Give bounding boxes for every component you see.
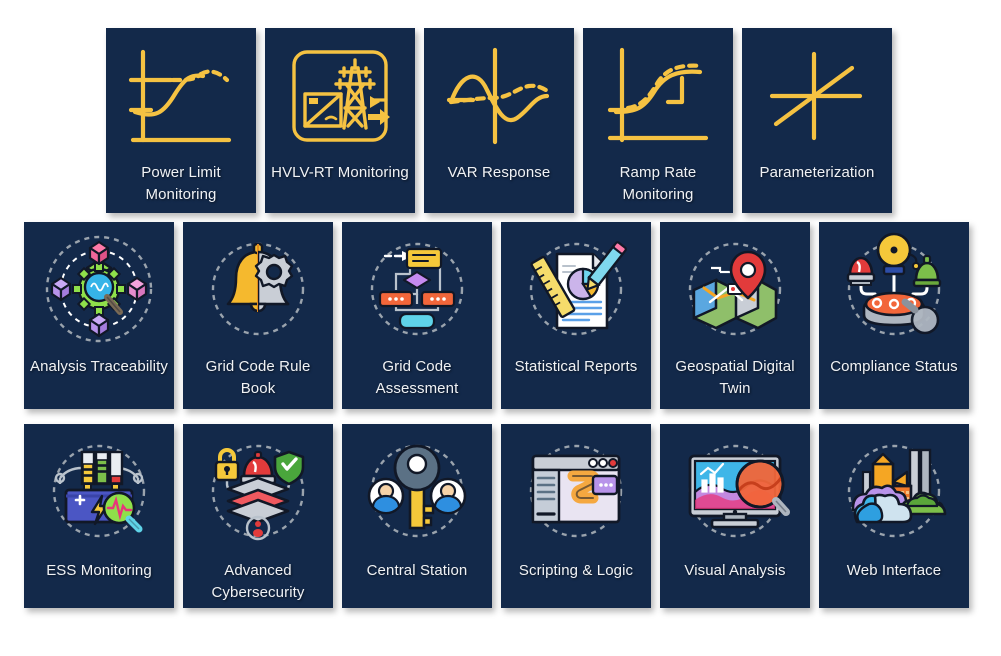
bell-gear-icon	[194, 230, 322, 348]
analysis-row: Analysis Traceability Grid Code Rule Boo…	[24, 222, 969, 409]
power-limit-chart-icon	[117, 40, 245, 152]
card-label: VAR Response	[447, 164, 551, 181]
card-label: Web Interface	[846, 562, 942, 579]
card-central-station[interactable]: Central Station	[342, 424, 492, 608]
card-label: Ramp Rate Monitoring	[619, 164, 697, 204]
card-scripting-logic[interactable]: Scripting & Logic	[501, 424, 651, 608]
card-label: Grid Code Rule Book	[205, 358, 311, 398]
card-label: Power Limit Monitoring	[141, 164, 221, 204]
alarm-lights-icon	[830, 230, 958, 348]
card-label: Advanced Cybersecurity	[211, 562, 305, 602]
card-label: HVLV-RT Monitoring	[271, 164, 409, 181]
key-users-icon	[353, 432, 481, 550]
cloud-factory-icon	[830, 432, 958, 550]
axes-slope-icon	[753, 40, 881, 152]
card-advanced-cybersecurity[interactable]: Advanced Cybersecurity	[183, 424, 333, 608]
card-label: Geospatial Digital Twin	[675, 358, 795, 398]
card-label: Compliance Status	[830, 358, 958, 375]
card-parameterization[interactable]: Parameterization	[742, 28, 892, 213]
card-hvlv-rt-monitoring[interactable]: HVLV-RT Monitoring	[265, 28, 415, 213]
card-ramp-rate-monitoring[interactable]: Ramp Rate Monitoring	[583, 28, 733, 213]
card-compliance-status[interactable]: Compliance Status	[819, 222, 969, 409]
transmission-tower-icon	[276, 40, 404, 152]
feature-card-board: Power Limit Monitoring HVLV-RT Monitorin…	[0, 0, 1001, 656]
card-var-response[interactable]: VAR Response	[424, 28, 574, 213]
card-label: ESS Monitoring	[46, 562, 152, 579]
card-label: Visual Analysis	[684, 562, 786, 579]
card-geospatial-digital-twin[interactable]: Geospatial Digital Twin	[660, 222, 810, 409]
report-document-icon	[512, 230, 640, 348]
card-label: Statistical Reports	[514, 358, 638, 375]
card-visual-analysis[interactable]: Visual Analysis	[660, 424, 810, 608]
card-label: Parameterization	[759, 164, 875, 181]
card-cloud-factory[interactable]: Web Interface	[819, 424, 969, 608]
atom-magnifier-icon	[35, 230, 163, 348]
card-label: Scripting & Logic	[518, 562, 634, 579]
map-pin-icon	[671, 230, 799, 348]
flowchart-icon	[353, 230, 481, 348]
card-ess-monitoring[interactable]: ESS Monitoring	[24, 424, 174, 608]
monitoring-row: Power Limit Monitoring HVLV-RT Monitorin…	[106, 28, 892, 213]
sine-wave-icon	[435, 40, 563, 152]
card-power-limit-monitoring[interactable]: Power Limit Monitoring	[106, 28, 256, 213]
platform-row: ESS Monitoring Advanced Cybersecurity Ce…	[24, 424, 969, 608]
monitor-chart-magnifier-icon	[671, 432, 799, 550]
battery-monitor-icon	[35, 432, 163, 550]
code-window-icon	[512, 432, 640, 550]
card-label: Central Station	[366, 562, 468, 579]
card-statistical-reports[interactable]: Statistical Reports	[501, 222, 651, 409]
card-grid-code-rule-book[interactable]: Grid Code Rule Book	[183, 222, 333, 409]
card-grid-code-assessment[interactable]: Grid Code Assessment	[342, 222, 492, 409]
card-label: Grid Code Assessment	[375, 358, 459, 398]
ramp-curve-icon	[594, 40, 722, 152]
card-label: Analysis Traceability	[30, 358, 168, 375]
lock-shield-layers-icon	[194, 432, 322, 550]
card-analysis-traceability[interactable]: Analysis Traceability	[24, 222, 174, 409]
